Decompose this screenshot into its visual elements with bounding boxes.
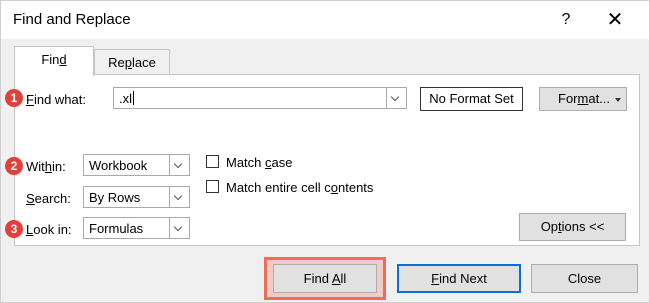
no-format-set-preview: No Format Set (420, 87, 523, 111)
options-button[interactable]: Options << (519, 213, 626, 241)
find-what-dropdown-icon[interactable] (386, 88, 406, 108)
look-in-dropdown-icon[interactable] (169, 218, 189, 238)
step-marker-1: 1 (5, 89, 23, 107)
help-icon[interactable]: ? (555, 9, 577, 31)
title-bar: Find and Replace ? ✕ (1, 1, 649, 39)
look-in-select[interactable]: Formulas (83, 217, 190, 239)
format-dropdown-icon (615, 98, 621, 102)
match-entire-cell-checkbox[interactable] (206, 180, 219, 193)
close-button[interactable]: Close (531, 264, 638, 293)
look-in-label: Look in: (26, 222, 72, 237)
match-entire-cell-label[interactable]: Match entire cell contents (226, 180, 373, 195)
match-case-label[interactable]: Match case (226, 155, 292, 170)
match-case-checkbox[interactable] (206, 155, 219, 168)
search-label: Search: (26, 191, 71, 206)
within-dropdown-icon[interactable] (169, 155, 189, 175)
close-icon[interactable]: ✕ (604, 9, 626, 31)
search-select[interactable]: By Rows (83, 186, 190, 208)
find-what-input[interactable]: .xl (113, 87, 407, 109)
find-what-label: Find what: (26, 92, 86, 107)
within-label: Within: (26, 159, 66, 174)
find-all-button[interactable]: Find All (273, 264, 377, 293)
find-replace-dialog: Find and Replace ? ✕ Find Replace 1 Find… (0, 0, 650, 303)
find-next-button[interactable]: Find Next (397, 264, 521, 293)
tab-replace[interactable]: Replace (94, 49, 170, 76)
format-button[interactable]: Format... (539, 87, 627, 111)
within-select[interactable]: Workbook (83, 154, 190, 176)
step-marker-3: 3 (5, 220, 23, 238)
dialog-title: Find and Replace (13, 11, 131, 28)
tab-find[interactable]: Find (14, 46, 94, 76)
search-dropdown-icon[interactable] (169, 187, 189, 207)
step-marker-2: 2 (5, 157, 23, 175)
